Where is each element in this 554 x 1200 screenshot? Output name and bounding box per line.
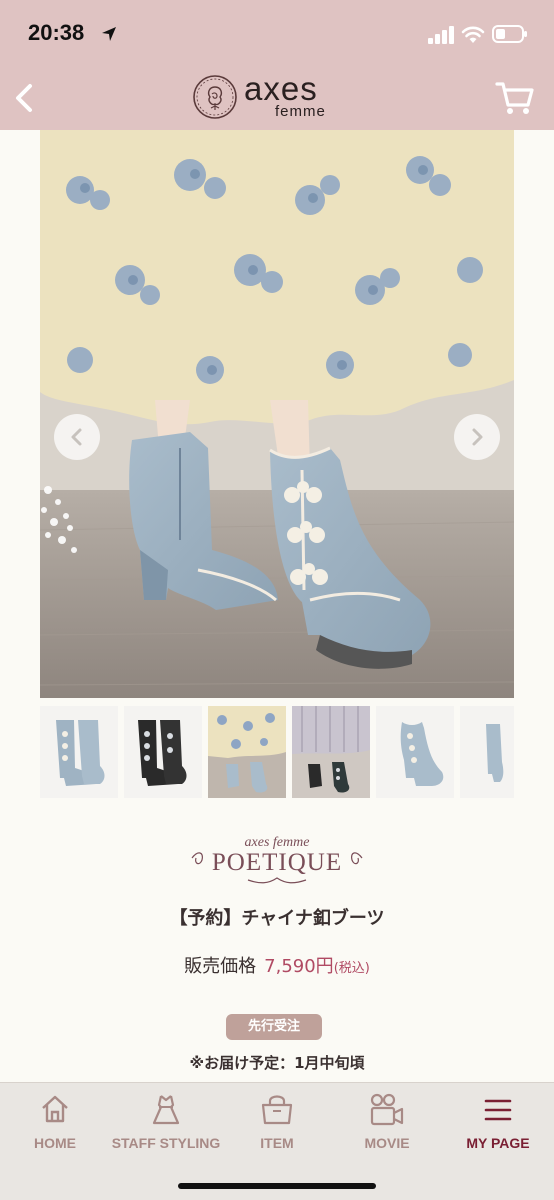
tab-label: MY PAGE: [466, 1135, 530, 1151]
thumbnail-5[interactable]: [376, 706, 454, 798]
home-icon: [42, 1095, 68, 1123]
thumbnail-3[interactable]: [208, 706, 286, 798]
delivery-note: ※お届け予定：1月中旬頃: [189, 1054, 365, 1072]
chevron-right-icon: [472, 428, 483, 446]
sub-brand-logo: axes femme POETIQUE: [188, 832, 366, 888]
status-time: 20:38: [28, 20, 85, 45]
cart-icon[interactable]: [494, 78, 536, 118]
tab-home[interactable]: HOME: [0, 1083, 110, 1163]
product-name: 【予約】チャイナ釦ブーツ: [169, 908, 385, 929]
tab-label: MOVIE: [364, 1135, 410, 1151]
tab-movie[interactable]: MOVIE: [332, 1083, 442, 1163]
ornament-icon: [191, 852, 363, 884]
battery-icon: [492, 25, 527, 43]
tab-item[interactable]: ITEM: [222, 1083, 332, 1163]
price-tax-note: (税込): [333, 961, 370, 976]
tab-label: HOME: [34, 1135, 76, 1151]
logo-sub: femme: [275, 103, 326, 120]
wifi-icon: [461, 26, 485, 43]
thumbnail-4[interactable]: [292, 706, 370, 798]
menu-icon: [484, 1099, 512, 1121]
thumbnail-strip: [40, 706, 514, 798]
price-label: 販売価格: [184, 956, 257, 977]
gallery-prev-button[interactable]: [54, 414, 100, 460]
preorder-badge: 先行受注: [226, 1014, 322, 1040]
status-bar: 20:38: [0, 0, 554, 68]
rose-emblem-icon: [193, 75, 237, 119]
gallery-next-button[interactable]: [454, 414, 500, 460]
home-indicator: [178, 1183, 376, 1189]
thumbnail-1[interactable]: [40, 706, 118, 798]
tab-label: STAFF STYLING: [111, 1135, 221, 1151]
price-value: 7,590円: [264, 956, 334, 977]
thumbnail-2[interactable]: [124, 706, 202, 798]
product-main-image[interactable]: [40, 130, 514, 698]
video-camera-icon: [370, 1093, 404, 1126]
bag-icon: [261, 1095, 293, 1125]
location-arrow-icon: [102, 27, 116, 41]
thumbnail-6[interactable]: [460, 706, 514, 798]
tab-staff-styling[interactable]: STAFF STYLING: [110, 1083, 222, 1163]
dress-icon: [152, 1095, 180, 1125]
signal-icon: [428, 26, 454, 44]
app-header: 20:38 axes femme: [0, 0, 554, 130]
price-row: 販売価格 7,590円(税込): [0, 952, 554, 978]
chevron-left-icon: [71, 428, 82, 446]
tab-my-page[interactable]: MY PAGE: [442, 1083, 554, 1163]
back-button[interactable]: [8, 78, 38, 118]
brand-logo[interactable]: axes femme: [192, 70, 352, 122]
tab-label: ITEM: [260, 1135, 294, 1151]
